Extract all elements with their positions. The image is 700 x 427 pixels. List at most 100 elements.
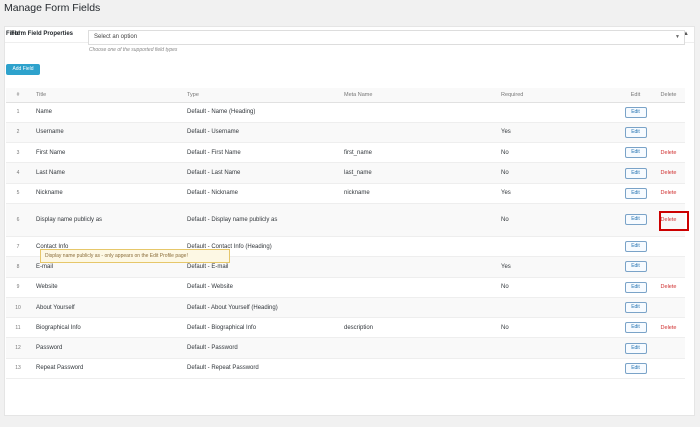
- row-delete-cell: [652, 358, 685, 380]
- add-field-button[interactable]: Add Field: [6, 64, 40, 75]
- row-delete-cell: [652, 122, 685, 144]
- row-edit-cell: Edit: [619, 256, 652, 278]
- row-type: Default - Repeat Password: [187, 358, 344, 380]
- edit-button[interactable]: Edit: [624, 261, 647, 273]
- edit-button[interactable]: Edit: [624, 342, 647, 354]
- select-value: Select an option: [94, 34, 138, 40]
- table-row: 1 Name Default - Name (Heading) Edit: [6, 102, 685, 123]
- edit-button[interactable]: Edit: [624, 281, 647, 293]
- row-number: 11: [6, 317, 30, 339]
- row-meta-name: [344, 236, 501, 258]
- row-type: Default - Biographical Info: [187, 317, 344, 339]
- row-delete-cell: Delete: [652, 162, 685, 184]
- row-title: Biographical Info: [30, 317, 187, 339]
- row-number: 3: [6, 142, 30, 164]
- field-type-select[interactable]: Select an option ▼: [88, 30, 685, 45]
- row-number: 5: [6, 183, 30, 204]
- row-title: Last Name: [30, 162, 187, 184]
- row-title: Repeat Password: [30, 358, 187, 380]
- row-type: Default - Name (Heading): [187, 102, 344, 123]
- delete-link[interactable]: Delete: [661, 190, 677, 196]
- table-row: 2 Username Default - Username Yes Edit: [6, 122, 685, 144]
- edit-button[interactable]: Edit: [624, 106, 647, 118]
- row-type: Default - Website: [187, 277, 344, 298]
- row-number: 1: [6, 102, 30, 123]
- row-title: Website: [30, 277, 187, 298]
- delete-link[interactable]: Delete: [661, 170, 677, 176]
- row-required: No: [501, 203, 619, 237]
- row-meta-name: [344, 297, 501, 319]
- row-edit-cell: Edit: [619, 337, 652, 359]
- edit-button[interactable]: Edit: [624, 214, 647, 226]
- row-type: Default - Username: [187, 122, 344, 144]
- row-required: Yes: [501, 183, 619, 204]
- row-title: About Yourself: [30, 297, 187, 319]
- row-meta-name: [344, 102, 501, 123]
- row-type: Default - Last Name: [187, 162, 344, 184]
- edit-button[interactable]: Edit: [624, 126, 647, 138]
- col-num: #: [6, 88, 30, 103]
- edit-button[interactable]: Edit: [624, 147, 647, 159]
- col-title: Title: [30, 88, 187, 103]
- row-edit-cell: Edit: [619, 183, 652, 204]
- table-row: 12 Password Default - Password Edit: [6, 337, 685, 359]
- row-meta-name: first_name: [344, 142, 501, 164]
- row-type: Default - Password: [187, 337, 344, 359]
- display-name-tooltip: Display name publicly as - only appears …: [40, 249, 230, 263]
- delete-link[interactable]: Delete: [661, 325, 677, 331]
- row-required: [501, 358, 619, 380]
- edit-button[interactable]: Edit: [624, 167, 647, 179]
- edit-button[interactable]: Edit: [624, 241, 647, 253]
- row-edit-cell: Edit: [619, 236, 652, 258]
- col-required: Required: [501, 88, 619, 103]
- edit-button[interactable]: Edit: [624, 302, 647, 314]
- edit-button[interactable]: Edit: [624, 362, 647, 374]
- row-number: 4: [6, 162, 30, 184]
- table-row: 6 Display name publicly as Default - Displ…: [6, 203, 685, 237]
- edit-button[interactable]: Edit: [624, 187, 647, 199]
- col-type: Type: [187, 88, 344, 103]
- table-row: 10 About Yourself Default - About Yourself…: [6, 297, 685, 319]
- row-required: No: [501, 317, 619, 339]
- table-row: 9 Website Default - Website No Edit Delete: [6, 277, 685, 298]
- row-required: No: [501, 162, 619, 184]
- row-edit-cell: Edit: [619, 142, 652, 164]
- row-number: 13: [6, 358, 30, 380]
- delete-link[interactable]: Delete: [661, 284, 677, 290]
- row-number: 10: [6, 297, 30, 319]
- row-required: [501, 102, 619, 123]
- col-delete: Delete: [652, 88, 685, 103]
- edit-button[interactable]: Edit: [624, 322, 647, 334]
- row-delete-cell: Delete: [652, 317, 685, 339]
- row-title: Display name publicly as: [30, 203, 187, 237]
- table-row: 11 Biographical Info Default - Biographica…: [6, 317, 685, 339]
- row-title: Name: [30, 102, 187, 123]
- col-edit: Edit: [619, 88, 652, 103]
- delete-link[interactable]: Delete: [661, 150, 677, 156]
- row-title: Nickname: [30, 183, 187, 204]
- row-number: 12: [6, 337, 30, 359]
- row-edit-cell: Edit: [619, 358, 652, 380]
- row-edit-cell: Edit: [619, 122, 652, 144]
- row-number: 8: [6, 256, 30, 278]
- row-edit-cell: Edit: [619, 203, 652, 237]
- panel-title: Form Field Properties: [11, 31, 74, 37]
- row-title: First Name: [30, 142, 187, 164]
- table-row: 3 First Name Default - First Name first_nam…: [6, 142, 685, 164]
- row-delete-cell: [652, 297, 685, 319]
- row-meta-name: [344, 337, 501, 359]
- page-title: Manage Form Fields: [4, 2, 101, 14]
- row-meta-name: last_name: [344, 162, 501, 184]
- row-edit-cell: Edit: [619, 162, 652, 184]
- chevron-down-icon: ▼: [675, 34, 680, 40]
- row-delete-cell: [652, 337, 685, 359]
- row-required: Yes: [501, 256, 619, 278]
- row-meta-name: nickname: [344, 183, 501, 204]
- row-type: Default - About Yourself (Heading): [187, 297, 344, 319]
- row-delete-cell: [652, 256, 685, 278]
- row-meta-name: description: [344, 317, 501, 339]
- row-meta-name: [344, 203, 501, 237]
- row-edit-cell: Edit: [619, 317, 652, 339]
- row-delete-cell: [652, 102, 685, 123]
- row-edit-cell: Edit: [619, 102, 652, 123]
